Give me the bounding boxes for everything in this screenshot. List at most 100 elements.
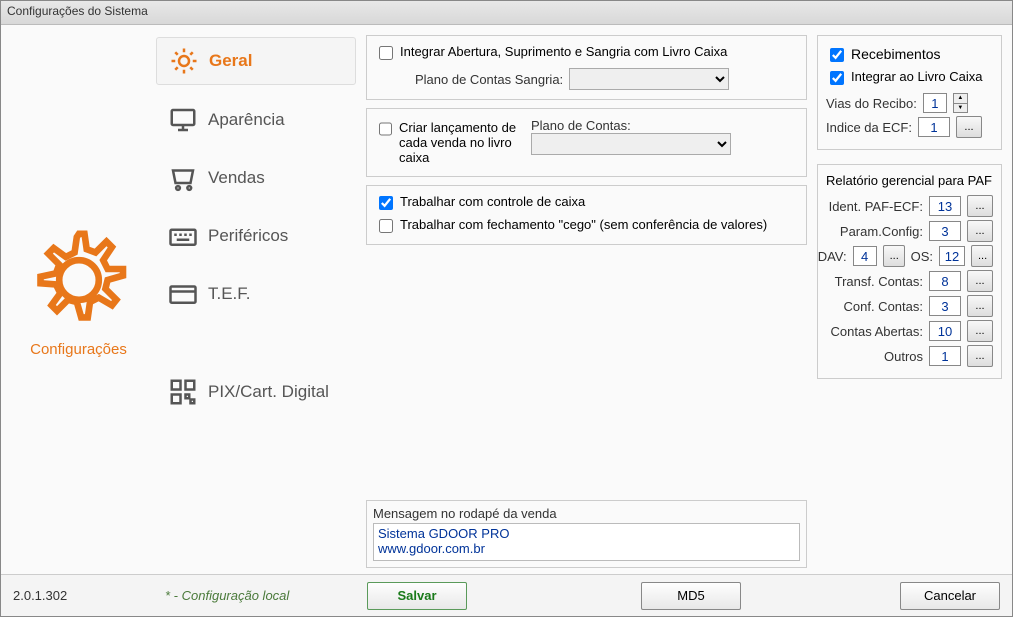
nav-item-aparencia[interactable]: Aparência (156, 97, 356, 143)
center-column: Integrar Abertura, Suprimento e Sangria … (366, 35, 807, 574)
checkbox-input[interactable] (379, 219, 393, 233)
app-window: Configurações do Sistema Configurações G… (0, 0, 1013, 617)
nav-label: T.E.F. (208, 284, 251, 304)
titlebar: Configurações do Sistema (1, 1, 1012, 25)
nav-label: Geral (209, 51, 252, 71)
os-input[interactable] (939, 246, 965, 266)
nav-item-pix[interactable]: PIX/Cart. Digital (156, 369, 356, 415)
ident-browse-button[interactable]: ... (967, 195, 993, 217)
group-integrar: Integrar Abertura, Suprimento e Sangria … (366, 35, 807, 100)
indice-browse-button[interactable]: ... (956, 116, 982, 138)
os-browse-button[interactable]: ... (971, 245, 993, 267)
checkbox-input[interactable] (379, 122, 392, 136)
plano-sangria-select[interactable] (569, 68, 729, 90)
conf-browse-button[interactable]: ... (967, 295, 993, 317)
abertas-label: Contas Abertas: (831, 324, 924, 339)
vias-input[interactable] (923, 93, 947, 113)
row-transf-contas: Transf. Contas: ... (826, 270, 993, 292)
plano-sangria-label: Plano de Contas Sangria: (415, 72, 563, 87)
gear-small-icon (169, 46, 199, 76)
nav-item-perifericos[interactable]: Periféricos (156, 213, 356, 259)
main-panel: Integrar Abertura, Suprimento e Sangria … (356, 25, 1012, 574)
row-dav-os: DAV: ... OS: ... (826, 245, 993, 267)
salvar-button[interactable]: Salvar (367, 582, 467, 610)
cart-icon (168, 163, 198, 193)
nav-item-vendas[interactable]: Vendas (156, 155, 356, 201)
chk-label: Trabalhar com controle de caixa (400, 194, 585, 209)
conf-input[interactable] (929, 296, 961, 316)
group-controle-caixa: Trabalhar com controle de caixa Trabalha… (366, 185, 807, 245)
chk-recebimentos[interactable]: Recebimentos (826, 44, 993, 67)
sidebar: Configurações (1, 25, 156, 574)
os-label: OS: (911, 249, 933, 264)
outros-input[interactable] (929, 346, 961, 366)
right-column: Recebimentos Integrar ao Livro Caixa Via… (817, 35, 1002, 574)
footer-textarea[interactable] (373, 523, 800, 561)
chk-label: Integrar ao Livro Caixa (851, 69, 983, 84)
checkbox-input[interactable] (830, 48, 844, 62)
conf-label: Conf. Contas: (844, 299, 924, 314)
indice-label: Indice da ECF: (826, 120, 912, 135)
nav-label: Periféricos (208, 226, 288, 246)
checkbox-input[interactable] (379, 196, 393, 210)
footer-label: Mensagem no rodapé da venda (373, 504, 800, 523)
qr-icon (168, 377, 198, 407)
ident-label: Ident. PAF-ECF: (829, 199, 923, 214)
checkbox-input[interactable] (379, 46, 393, 60)
row-contas-abertas: Contas Abertas: ... (826, 320, 993, 342)
nav-label: Vendas (208, 168, 265, 188)
dav-browse-button[interactable]: ... (883, 245, 905, 267)
group-criar-lancamento: Criar lançamento de cada venda no livro … (366, 108, 807, 177)
gear-icon (24, 225, 134, 335)
dav-input[interactable] (853, 246, 877, 266)
row-param-config: Param.Config: ... (826, 220, 993, 242)
chk-criar-lancamento[interactable]: Criar lançamento de cada venda no livro … (375, 118, 525, 167)
row-indice-ecf: Indice da ECF: ... (826, 116, 993, 138)
vias-label: Vias do Recibo: (826, 96, 917, 111)
chk-integrar-livro[interactable]: Integrar ao Livro Caixa (826, 67, 993, 90)
abertas-browse-button[interactable]: ... (967, 320, 993, 342)
nav-item-tef[interactable]: T.E.F. (156, 271, 356, 317)
version-label: 2.0.1.302 (13, 588, 153, 603)
md5-button[interactable]: MD5 (641, 582, 741, 610)
chk-controle-caixa[interactable]: Trabalhar com controle de caixa (375, 192, 798, 215)
chk-fechamento-cego[interactable]: Trabalhar com fechamento "cego" (sem con… (375, 215, 798, 238)
transf-browse-button[interactable]: ... (967, 270, 993, 292)
dav-label: DAV: (818, 249, 847, 264)
row-conf-contas: Conf. Contas: ... (826, 295, 993, 317)
footer-message-group: Mensagem no rodapé da venda (366, 500, 807, 568)
plano-contas-select[interactable] (531, 133, 731, 155)
plano-contas-label: Plano de Contas: (531, 118, 731, 133)
outros-browse-button[interactable]: ... (967, 345, 993, 367)
window-title: Configurações do Sistema (7, 4, 148, 18)
chk-label: Criar lançamento de cada venda no livro … (399, 120, 525, 165)
transf-input[interactable] (929, 271, 961, 291)
param-browse-button[interactable]: ... (967, 220, 993, 242)
row-ident-paf: Ident. PAF-ECF: ... (826, 195, 993, 217)
group-title: Recebimentos (851, 46, 941, 62)
nav-label: Aparência (208, 110, 285, 130)
nav-item-geral[interactable]: Geral (156, 37, 356, 85)
group-recebimentos: Recebimentos Integrar ao Livro Caixa Via… (817, 35, 1002, 150)
chk-label: Trabalhar com fechamento "cego" (sem con… (400, 217, 767, 232)
group-relatorio-paf: Relatório gerencial para PAF Ident. PAF-… (817, 164, 1002, 379)
transf-label: Transf. Contas: (835, 274, 923, 289)
vias-spinner[interactable]: ▲▼ (953, 93, 968, 113)
row-outros: Outros ... (826, 345, 993, 367)
indice-input[interactable] (918, 117, 950, 137)
nav-panel: Geral Aparência Vendas Periféricos T.E.F… (156, 25, 356, 574)
ident-input[interactable] (929, 196, 961, 216)
param-input[interactable] (929, 221, 961, 241)
chk-integrar-abertura[interactable]: Integrar Abertura, Suprimento e Sangria … (375, 42, 798, 65)
chk-label: Integrar Abertura, Suprimento e Sangria … (400, 44, 727, 59)
nav-label: PIX/Cart. Digital (208, 382, 329, 402)
relatorio-title: Relatório gerencial para PAF (826, 173, 993, 192)
outros-label: Outros (884, 349, 923, 364)
checkbox-input[interactable] (830, 71, 844, 85)
row-vias-recibo: Vias do Recibo: ▲▼ (826, 93, 993, 113)
sidebar-label: Configurações (30, 341, 127, 358)
param-label: Param.Config: (840, 224, 923, 239)
card-icon (168, 279, 198, 309)
abertas-input[interactable] (929, 321, 961, 341)
cancelar-button[interactable]: Cancelar (900, 582, 1000, 610)
